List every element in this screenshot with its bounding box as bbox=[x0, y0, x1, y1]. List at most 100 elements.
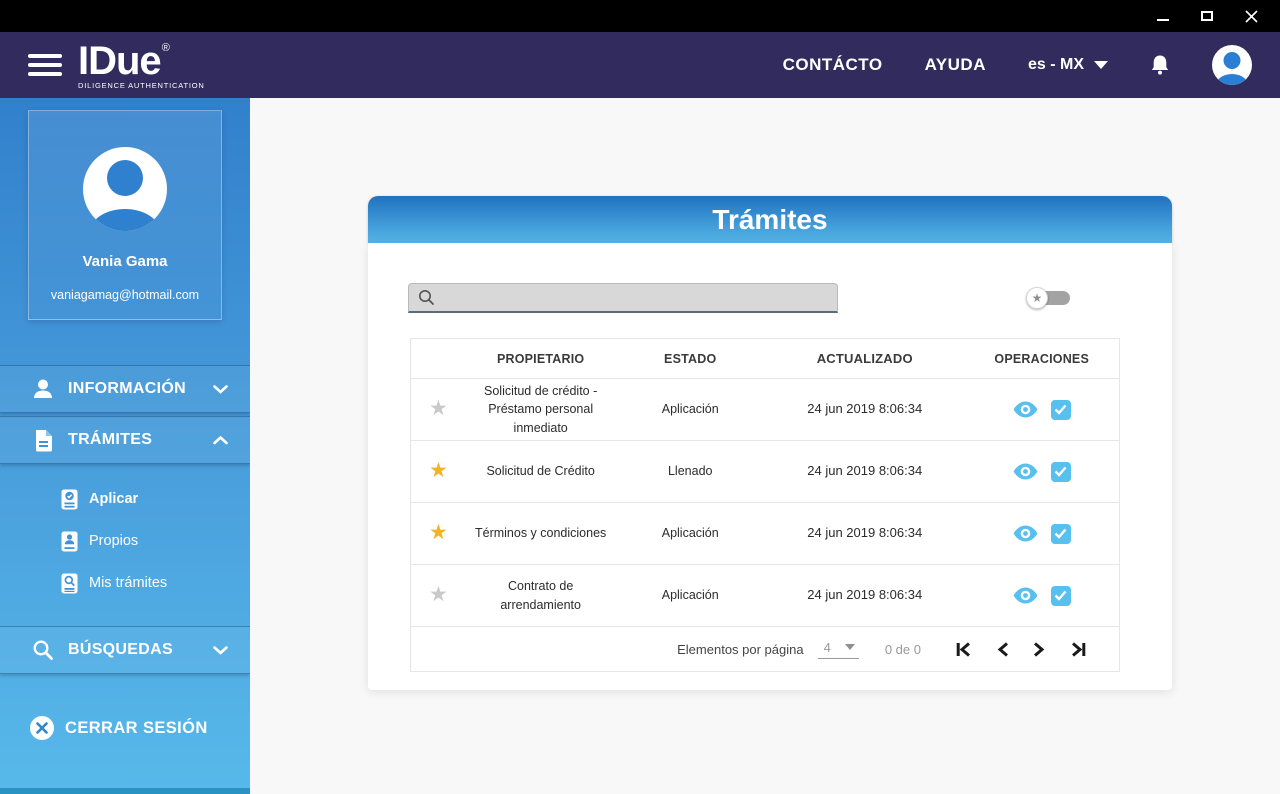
minimize-icon bbox=[1157, 19, 1169, 21]
propietario-cell: Términos y condiciones bbox=[474, 526, 607, 541]
sidebar-item-label: INFORMACIÓN bbox=[68, 380, 186, 397]
favorite-star-icon[interactable] bbox=[429, 398, 448, 420]
brand-logo[interactable]: IDue ® DILIGENCE AUTHENTICATION bbox=[78, 41, 205, 90]
items-per-page-label: Elementos por página bbox=[677, 641, 804, 657]
brand-name: IDue bbox=[78, 38, 162, 83]
table-pagination: Elementos por página 4 0 de 0 bbox=[411, 626, 1119, 671]
table-row: Solicitud de Crédito Llenado 24 jun 2019 8… bbox=[411, 440, 1119, 502]
first-page-icon bbox=[956, 641, 970, 657]
document-icon bbox=[30, 429, 56, 452]
page-title: Trámites bbox=[712, 203, 828, 235]
next-page-icon bbox=[1034, 641, 1045, 657]
row-checkbox[interactable] bbox=[1050, 461, 1071, 482]
view-eye-icon[interactable] bbox=[1013, 401, 1038, 418]
tramites-table: PROPIETARIO ESTADO ACTUALIZADO OPERACION… bbox=[410, 338, 1120, 672]
row-checkbox[interactable] bbox=[1050, 399, 1071, 420]
sidebar-item-label: BÚSQUEDAS bbox=[68, 641, 173, 658]
estado-cell: Aplicación bbox=[661, 588, 719, 603]
column-header-actualizado: ACTUALIZADO bbox=[816, 351, 913, 366]
person-icon bbox=[30, 377, 56, 401]
sidebar-subitem-label: Propios bbox=[89, 533, 139, 549]
table-header-row: PROPIETARIO ESTADO ACTUALIZADO OPERACION… bbox=[411, 339, 1119, 378]
sidebar-subitem-mis-tramites[interactable]: Mis trámites bbox=[0, 562, 250, 604]
favorite-star-icon[interactable] bbox=[429, 460, 448, 482]
sidebar-subitem-aplicar[interactable]: Aplicar bbox=[0, 478, 250, 520]
column-header-operaciones: OPERACIONES bbox=[994, 351, 1089, 366]
items-per-page-select[interactable]: 4 bbox=[817, 639, 859, 659]
propietario-cell: Solicitud de crédito - Préstamo personal… bbox=[484, 384, 598, 435]
pagination-range: 0 de 0 bbox=[884, 641, 921, 657]
card-body: PROPIETARIO ESTADO ACTUALIZADO OPERACION… bbox=[368, 243, 1172, 690]
profile-card: Vania Gama vaniagamag@hotmail.com bbox=[28, 110, 222, 320]
profile-email: vaniagamag@hotmail.com bbox=[50, 288, 200, 302]
profile-avatar bbox=[83, 147, 167, 231]
pagination-first-button[interactable] bbox=[955, 641, 972, 658]
main-content: Trámites PROPIETARIO ESTADO ACTUALI bbox=[250, 98, 1280, 794]
document-person-icon bbox=[60, 531, 78, 552]
column-header-propietario: PROPIETARIO bbox=[496, 351, 585, 366]
nav-ayuda[interactable]: AYUDA bbox=[925, 55, 986, 75]
document-search-icon bbox=[60, 573, 78, 594]
nav-contacto[interactable]: CONTÁCTO bbox=[783, 55, 883, 75]
language-label: es - MX bbox=[1027, 56, 1084, 73]
actualizado-cell: 24 jun 2019 8:06:34 bbox=[807, 463, 923, 479]
propietario-cell: Solicitud de Crédito bbox=[486, 464, 595, 479]
table-row: Términos y condiciones Aplicación 24 jun 2… bbox=[411, 502, 1119, 564]
profile-name: Vania Gama bbox=[82, 253, 168, 270]
registered-mark: ® bbox=[161, 41, 170, 54]
sidebar: Vania Gama vaniagamag@hotmail.com INFORM… bbox=[0, 98, 250, 794]
search-icon bbox=[419, 290, 434, 305]
column-header-estado: ESTADO bbox=[664, 351, 717, 366]
sidebar-subitem-label: Aplicar bbox=[89, 491, 139, 507]
chevron-down-icon bbox=[1094, 61, 1108, 69]
pagination-next-button[interactable] bbox=[1033, 641, 1046, 658]
logout-label: CERRAR SESIÓN bbox=[65, 718, 208, 737]
sidebar-item-busquedas[interactable]: BÚSQUEDAS bbox=[0, 626, 250, 674]
sidebar-item-label: TRÁMITES bbox=[68, 431, 153, 448]
view-eye-icon[interactable] bbox=[1013, 525, 1038, 542]
minimize-button[interactable] bbox=[1148, 4, 1178, 28]
logout-button[interactable]: CERRAR SESIÓN bbox=[0, 704, 250, 752]
card-header: Trámites bbox=[368, 196, 1172, 243]
row-checkbox[interactable] bbox=[1050, 585, 1071, 606]
propietario-cell: Contrato de arrendamiento bbox=[500, 579, 581, 612]
maximize-icon bbox=[1201, 11, 1213, 21]
row-checkbox[interactable] bbox=[1050, 523, 1071, 544]
language-selector[interactable]: es - MX bbox=[1028, 56, 1108, 74]
sidebar-item-tramites[interactable]: TRÁMITES bbox=[0, 416, 250, 464]
pagination-prev-button[interactable] bbox=[996, 641, 1009, 658]
actualizado-cell: 24 jun 2019 8:06:34 bbox=[807, 587, 923, 603]
view-eye-icon[interactable] bbox=[1013, 463, 1038, 480]
close-button[interactable] bbox=[1236, 4, 1266, 28]
actualizado-cell: 24 jun 2019 8:06:34 bbox=[807, 525, 923, 541]
estado-cell: Aplicación bbox=[661, 526, 719, 541]
notifications-button[interactable] bbox=[1150, 54, 1170, 76]
window-titlebar bbox=[0, 0, 1280, 32]
favorites-toggle[interactable] bbox=[1026, 287, 1072, 309]
favorite-star-icon[interactable] bbox=[429, 584, 448, 606]
estado-cell: Llenado bbox=[667, 464, 713, 479]
chevron-down-icon bbox=[844, 644, 855, 650]
items-per-page-value: 4 bbox=[823, 639, 831, 655]
brand-tagline: DILIGENCE AUTHENTICATION bbox=[78, 80, 205, 90]
search-input[interactable] bbox=[435, 284, 837, 311]
table-row: Contrato de arrendamiento Aplicación 24 ju… bbox=[411, 564, 1119, 626]
search-box bbox=[408, 283, 838, 313]
pagination-last-button[interactable] bbox=[1070, 641, 1087, 658]
star-toggle-knob-icon bbox=[1026, 287, 1048, 309]
actualizado-cell: 24 jun 2019 8:06:34 bbox=[807, 401, 923, 417]
view-eye-icon[interactable] bbox=[1013, 587, 1038, 604]
bell-icon bbox=[1151, 55, 1169, 75]
table-row: Solicitud de crédito - Préstamo personal… bbox=[411, 378, 1119, 440]
document-check-icon bbox=[60, 489, 78, 510]
sidebar-bottom-strip bbox=[0, 788, 250, 794]
close-icon bbox=[1244, 9, 1258, 23]
favorite-star-icon[interactable] bbox=[429, 522, 448, 544]
sidebar-subitem-propios[interactable]: Propios bbox=[0, 520, 250, 562]
hamburger-menu-button[interactable] bbox=[28, 54, 62, 76]
prev-page-icon bbox=[997, 641, 1008, 657]
chevron-down-icon bbox=[213, 384, 228, 394]
sidebar-item-informacion[interactable]: INFORMACIÓN bbox=[0, 365, 250, 413]
profile-avatar-button[interactable] bbox=[1212, 45, 1252, 85]
maximize-button[interactable] bbox=[1192, 4, 1222, 28]
